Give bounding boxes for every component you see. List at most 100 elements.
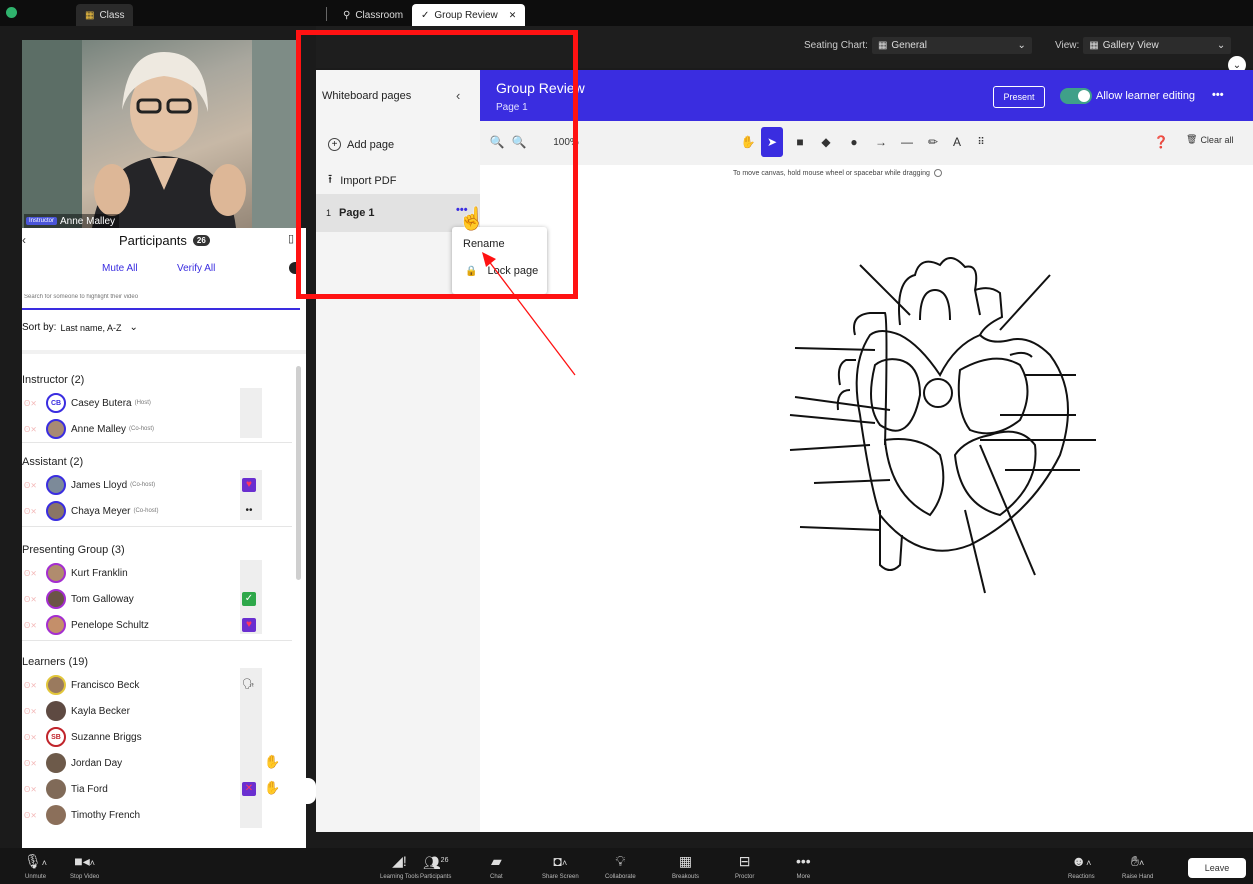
raise-hand-label: Raise Hand bbox=[1122, 874, 1154, 880]
leave-button[interactable]: Leave bbox=[1188, 858, 1246, 878]
trash-icon: 🗑 bbox=[1186, 134, 1198, 144]
whiteboard-canvas[interactable]: To move canvas, hold mouse wheel or spac… bbox=[480, 165, 1253, 832]
avatar bbox=[46, 805, 66, 825]
seating-chart-select[interactable]: Seating Chart: ▦ General ⌄ bbox=[804, 37, 1032, 54]
tab-group-review[interactable]: ✓ Group Review ✕ bbox=[412, 4, 526, 26]
participant-row[interactable]: ʘ⨯ Kayla Becker bbox=[22, 698, 292, 724]
participant-name: Anne Malley bbox=[71, 423, 127, 435]
sort-value: Last name, A-Z bbox=[60, 322, 122, 333]
tab-classroom-label: Classroom bbox=[355, 9, 404, 21]
close-tab-icon[interactable]: ✕ bbox=[509, 10, 517, 21]
microphone-icon: 🎙︎˄ bbox=[24, 853, 48, 869]
speaking-icon: 🗣 bbox=[242, 679, 255, 690]
collaborate-label: Collaborate bbox=[605, 874, 636, 880]
collaborate-button[interactable]: 💡︎ Collaborate bbox=[605, 852, 636, 880]
more-options-icon[interactable]: ••• bbox=[1212, 89, 1224, 101]
circle-tool-icon[interactable]: ● bbox=[843, 127, 865, 157]
participant-name: Chaya Meyer bbox=[71, 505, 131, 517]
instructor-video[interactable] bbox=[22, 40, 300, 228]
stage-bottom-edge bbox=[316, 832, 1253, 848]
tab-group-review-label: Group Review bbox=[434, 9, 498, 21]
participant-search-input[interactable] bbox=[22, 286, 300, 310]
proctor-button[interactable]: ⊟ Proctor bbox=[735, 852, 754, 880]
verify-all-button[interactable]: Verify All bbox=[177, 263, 215, 274]
mic-muted-icon: ʘ⨯ bbox=[24, 620, 37, 630]
participant-row[interactable]: ʘ⨯ Tom Galloway ✓ bbox=[22, 586, 292, 612]
participant-row[interactable]: ʘ⨯ James Lloyd (Co-host) ♥ bbox=[22, 472, 292, 498]
avatar bbox=[46, 589, 66, 609]
chat-icon: ▰ bbox=[490, 853, 502, 869]
participant-role: (Co-host) bbox=[133, 508, 159, 514]
diamond-tool-icon[interactable]: ◆ bbox=[815, 127, 837, 157]
learning-tools-icon: ◢! bbox=[392, 853, 407, 869]
popout-icon[interactable]: ▯ bbox=[288, 232, 294, 245]
hand-tool-icon[interactable]: ✋ bbox=[737, 127, 759, 157]
raise-hand-button[interactable]: ✋︎˄ Raise Hand bbox=[1122, 852, 1153, 880]
raised-hand-icon: ✋ bbox=[264, 780, 281, 795]
participant-row[interactable]: ʘ⨯ Tia Ford ✕ ✋ bbox=[22, 776, 292, 802]
allow-editing-toggle[interactable] bbox=[1060, 88, 1092, 104]
pen-tool-icon[interactable]: ✏ bbox=[922, 127, 944, 157]
share-screen-button[interactable]: ◘˄ Share Screen bbox=[542, 852, 579, 880]
participant-row[interactable]: ʘ⨯ Timothy French bbox=[22, 802, 292, 828]
proctor-icon: ⊟ bbox=[738, 853, 751, 869]
clear-all-button[interactable]: 🗑 Clear all bbox=[1186, 134, 1233, 145]
unmute-button[interactable]: 🎙︎˄ Unmute bbox=[24, 852, 47, 880]
annotation-arrow bbox=[482, 252, 576, 376]
participant-row[interactable]: ʘ⨯ Chaya Meyer (Co-host) •• bbox=[22, 498, 292, 524]
reactions-button[interactable]: ☻˄ Reactions bbox=[1068, 852, 1095, 880]
mic-muted-icon: ʘ⨯ bbox=[24, 758, 37, 768]
present-button[interactable]: Present bbox=[993, 86, 1045, 108]
avatar bbox=[46, 779, 66, 799]
select-tool-icon[interactable]: ➤ bbox=[761, 127, 783, 157]
heart-reaction-icon: ♥ bbox=[242, 618, 256, 632]
arrow-tool-icon[interactable]: → bbox=[870, 127, 892, 157]
chat-button[interactable]: ▰ Chat bbox=[490, 852, 503, 880]
smiley-icon: ☻˄ bbox=[1071, 853, 1092, 869]
learning-tools-button[interactable]: ◢! Learning Tools bbox=[380, 852, 419, 880]
rectangle-tool-icon[interactable]: ■ bbox=[789, 127, 811, 157]
mute-all-button[interactable]: Mute All bbox=[102, 263, 138, 274]
canvas-hint-text: To move canvas, hold mouse wheel or spac… bbox=[733, 169, 930, 177]
back-chevron-icon[interactable]: ‹ bbox=[22, 233, 26, 247]
breakouts-button[interactable]: ▦ Breakouts bbox=[672, 852, 699, 880]
participant-name: Timothy French bbox=[71, 809, 141, 821]
participants-scrollbar[interactable] bbox=[296, 366, 301, 580]
participant-name: Kurt Franklin bbox=[71, 567, 128, 579]
participants-title: Participants bbox=[119, 233, 187, 248]
mic-muted-icon: ʘ⨯ bbox=[24, 594, 37, 604]
line-tool-icon[interactable]: — bbox=[896, 127, 918, 157]
participant-row[interactable]: ʘ⨯ SB Suzanne Briggs bbox=[22, 724, 292, 750]
mic-muted-icon: ʘ⨯ bbox=[24, 568, 37, 578]
tab-class[interactable]: ▦ Class bbox=[76, 4, 134, 26]
participant-row[interactable]: ʘ⨯ CB Casey Butera (Host) bbox=[22, 390, 292, 416]
participant-name: Francisco Beck bbox=[71, 679, 140, 691]
more-tools-icon[interactable]: ⠿ bbox=[970, 127, 992, 157]
stop-video-button[interactable]: ■◂˄ Stop Video bbox=[70, 852, 99, 880]
participant-row[interactable]: ʘ⨯ Francisco Beck 🗣 bbox=[22, 672, 292, 698]
text-tool-icon[interactable]: A bbox=[946, 127, 968, 157]
participant-row[interactable]: ʘ⨯ Kurt Franklin bbox=[22, 560, 292, 586]
away-status-icon: •• bbox=[245, 505, 253, 516]
more-button[interactable]: ••• More bbox=[796, 852, 811, 880]
participants-button[interactable]: 👥︎26 Participants bbox=[420, 852, 451, 880]
avatar: CB bbox=[46, 393, 66, 413]
sort-control[interactable]: Sort by: Last name, A-Z ⌄ bbox=[22, 322, 138, 333]
participants-label: Participants bbox=[420, 874, 452, 880]
learning-tools-label: Learning Tools bbox=[380, 874, 419, 880]
view-dropdown[interactable]: ▦ Gallery View ⌄ bbox=[1083, 37, 1232, 54]
tab-classroom[interactable]: ⚲ Classroom bbox=[334, 4, 412, 26]
avatar bbox=[46, 615, 66, 635]
participant-name: Tom Galloway bbox=[71, 593, 134, 605]
help-icon[interactable]: ❓ bbox=[1150, 127, 1172, 157]
participant-row[interactable]: ʘ⨯ Penelope Schultz ♥ bbox=[22, 612, 292, 638]
participant-row[interactable]: ʘ⨯ Jordan Day ✋ bbox=[22, 750, 292, 776]
seating-chart-dropdown[interactable]: ▦ General ⌄ bbox=[871, 37, 1032, 54]
breakouts-icon: ▦ bbox=[678, 853, 693, 869]
participant-name: Tia Ford bbox=[71, 783, 108, 795]
collapse-panel-handle[interactable] bbox=[306, 778, 316, 804]
whiteboard-icon: ✓ bbox=[421, 9, 430, 21]
clear-all-label: Clear all bbox=[1200, 134, 1234, 145]
view-select[interactable]: View: ▦ Gallery View ⌄ bbox=[1055, 37, 1232, 54]
participant-row[interactable]: ʘ⨯ Anne Malley (Co-host) bbox=[22, 416, 292, 442]
